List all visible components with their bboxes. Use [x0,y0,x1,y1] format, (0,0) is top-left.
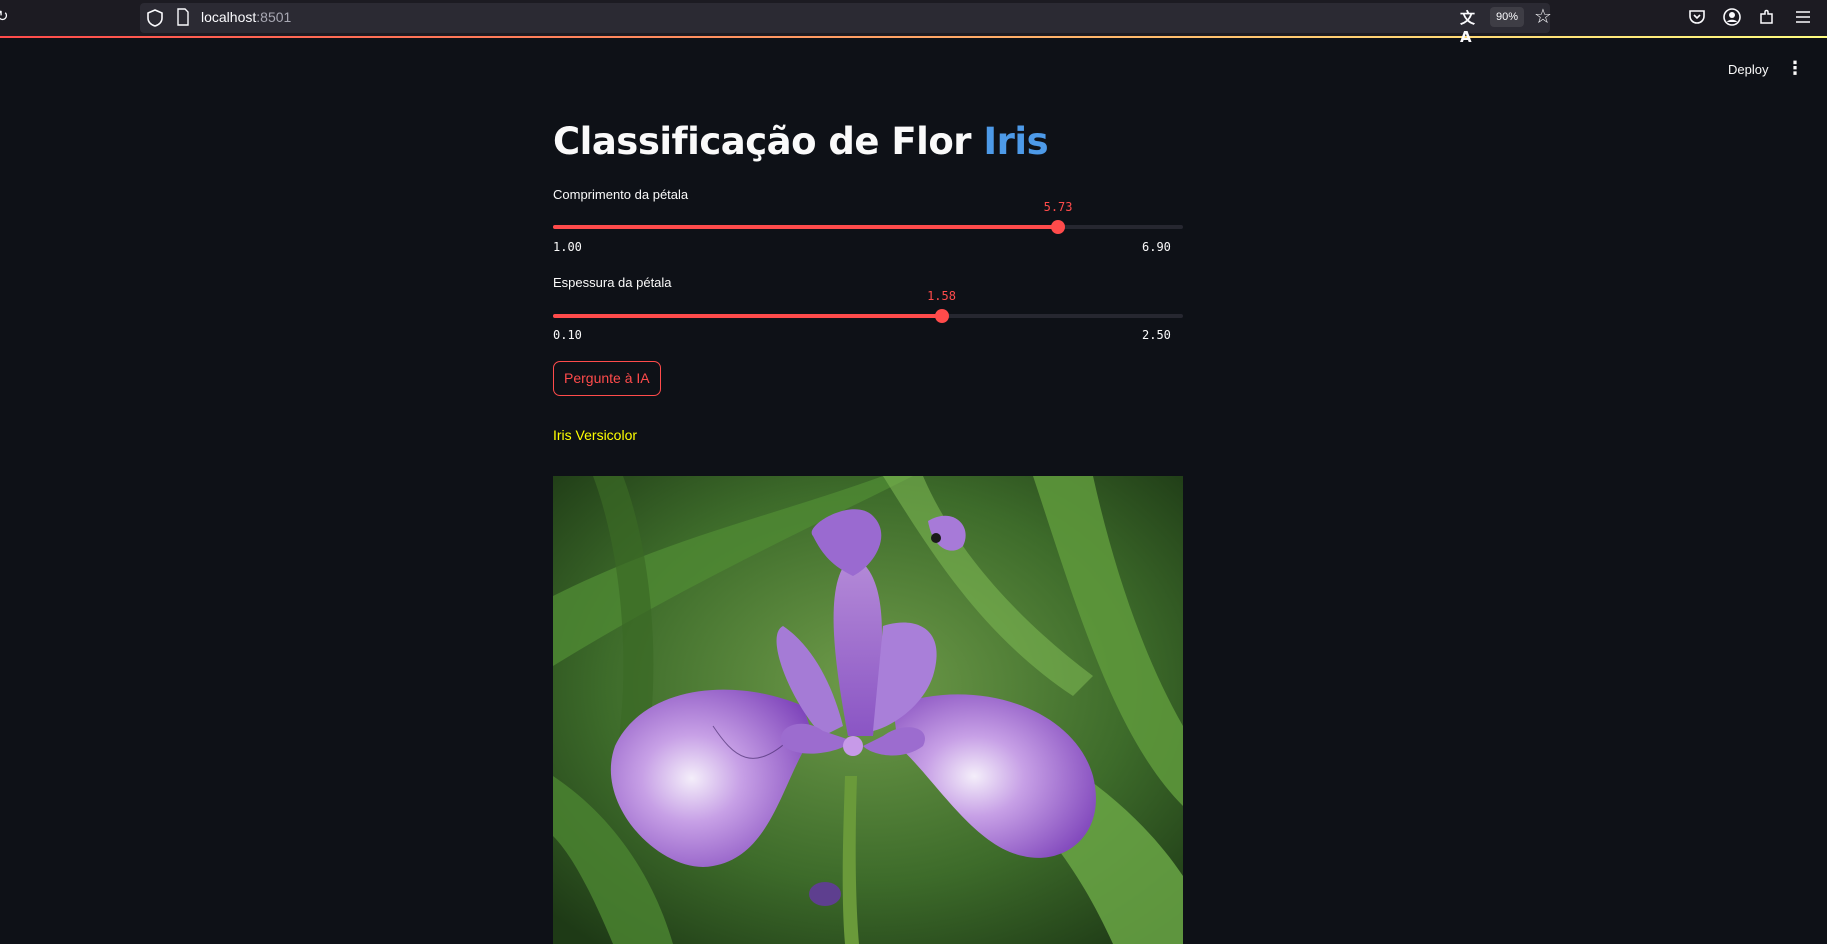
petal-length-slider[interactable]: 5.73 [553,200,1183,234]
slider-value: 1.58 [927,289,956,303]
kebab-vertical-icon[interactable]: ⋮ [1786,58,1804,80]
slider-max-value: 6.90 [1142,240,1171,254]
slider-fill [553,314,942,318]
bookmark-star-icon[interactable]: ☆ [1534,5,1552,27]
petal-length-label: Comprimento da pétala [553,187,689,202]
petal-width-label: Espessura da pétala [553,275,672,290]
title-prefix: Classificação de Flor [553,120,984,163]
loading-accent-bar [0,36,1827,38]
slider-thumb[interactable] [1051,220,1066,234]
shield-icon[interactable] [146,8,164,28]
title-highlight: Iris [983,120,1049,163]
url-host: localhost [201,9,257,25]
translate-icon[interactable]: 文A [1460,7,1480,46]
iris-flower-image [553,476,1183,944]
reload-icon[interactable]: ↻ [0,8,12,24]
pocket-icon[interactable] [1687,7,1707,27]
url-text[interactable]: localhost:8501 [201,9,291,25]
zoom-level-badge[interactable]: 90% [1490,7,1525,27]
petal-width-slider[interactable]: 1.58 [553,289,1183,323]
hamburger-menu-icon[interactable] [1793,7,1813,27]
page-icon[interactable] [176,8,190,26]
address-bar[interactable] [140,3,1550,33]
url-port: :8501 [256,9,292,25]
slider-value: 5.73 [1043,200,1073,214]
slider-fill [553,225,1059,229]
slider-max-value: 2.50 [1142,328,1171,342]
extensions-icon[interactable] [1757,7,1777,27]
slider-thumb[interactable] [934,309,949,323]
account-icon[interactable] [1722,7,1742,27]
page-title: Classificação de Flor Iris [553,120,1049,163]
prediction-result: Iris Versicolor [553,427,638,443]
ask-ai-button[interactable]: Pergunte à IA [553,361,661,396]
deploy-button[interactable]: Deploy [1722,58,1774,82]
slider-min-value: 0.10 [553,328,582,342]
slider-min-value: 1.00 [553,240,582,254]
